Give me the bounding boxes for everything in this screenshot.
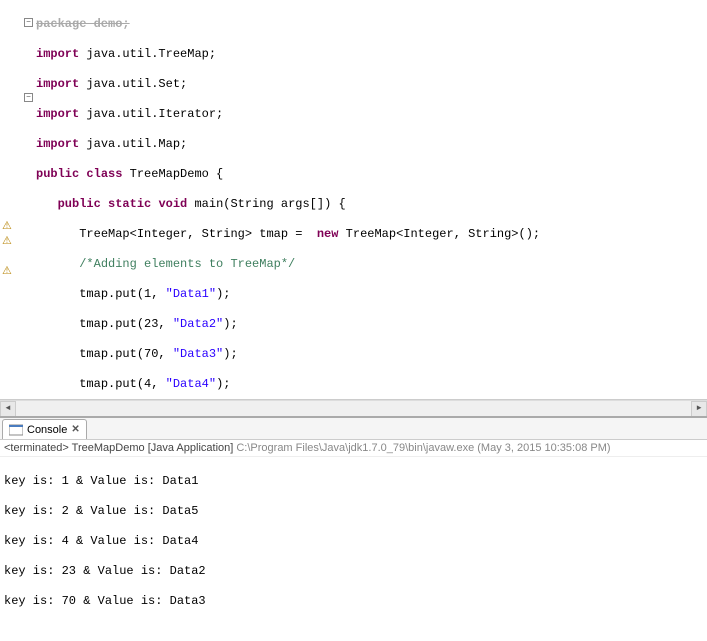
code-text: TreeMap<Integer, String>(); <box>338 227 540 241</box>
string-literal: "Data2" <box>173 317 223 331</box>
warning-icon: ⚠ <box>2 266 14 278</box>
kw-static: static <box>101 197 151 211</box>
string-literal: "Data4" <box>166 377 216 391</box>
string-literal: "Data1" <box>166 287 216 301</box>
console-status: <terminated> TreeMapDemo [Java Applicati… <box>0 440 707 457</box>
scroll-left-arrow[interactable]: ◄ <box>0 401 16 417</box>
console-output[interactable]: key is: 1 & Value is: Data1 key is: 2 & … <box>0 457 707 641</box>
warning-icon: ⚠ <box>2 221 14 233</box>
output-line: key is: 70 & Value is: Data3 <box>4 594 703 609</box>
console-panel: Console ✕ <terminated> TreeMapDemo [Java… <box>0 416 707 641</box>
string-literal: "Data3" <box>173 347 223 361</box>
kw-public: public <box>36 167 79 181</box>
status-path: C:\Program Files\Java\jdk1.7.0_79\bin\ja… <box>236 442 610 454</box>
kw-void: void <box>151 197 187 211</box>
code-text: ); <box>216 377 230 391</box>
code-text: tmap.put(70, <box>79 347 173 361</box>
horizontal-scrollbar[interactable]: ◄ ► <box>0 400 707 416</box>
fold-minus-icon[interactable]: − <box>24 93 33 102</box>
code-text: tmap.put(23, <box>79 317 173 331</box>
kw-import: import <box>36 107 79 121</box>
kw-import: import <box>36 77 79 91</box>
fold-minus-icon[interactable]: − <box>24 18 33 27</box>
code-text: ); <box>223 347 237 361</box>
output-line: key is: 2 & Value is: Data5 <box>4 504 703 519</box>
code-text: ); <box>223 317 237 331</box>
kw-public: public <box>58 197 101 211</box>
status-terminated: <terminated> <box>4 442 69 454</box>
class-name: TreeMapDemo { <box>122 167 223 181</box>
console-tab-label: Console <box>27 424 67 436</box>
warning-icon: ⚠ <box>2 236 14 248</box>
package-line: package demo; <box>36 17 130 31</box>
method-main: main(String args[]) { <box>187 197 345 211</box>
import-pkg: java.util.TreeMap; <box>79 47 216 61</box>
kw-new: new <box>310 227 339 241</box>
code-content[interactable]: package demo; import java.util.TreeMap; … <box>36 0 707 399</box>
code-text: TreeMap<Integer, String> tmap = <box>79 227 309 241</box>
status-app: TreeMapDemo [Java Application] <box>69 442 237 454</box>
kw-import: import <box>36 137 79 151</box>
import-pkg: java.util.Set; <box>79 77 187 91</box>
output-line: key is: 23 & Value is: Data2 <box>4 564 703 579</box>
import-pkg: java.util.Map; <box>79 137 187 151</box>
kw-import: import <box>36 47 79 61</box>
kw-class: class <box>79 167 122 181</box>
output-line: key is: 4 & Value is: Data4 <box>4 534 703 549</box>
scroll-right-arrow[interactable]: ► <box>691 401 707 417</box>
code-text: tmap.put(4, <box>79 377 165 391</box>
close-icon[interactable]: ✕ <box>71 424 79 435</box>
comment: /*Adding elements to TreeMap*/ <box>79 257 295 271</box>
import-pkg: java.util.Iterator; <box>79 107 223 121</box>
console-tabbar: Console ✕ <box>0 418 707 440</box>
editor-gutter: − − ⚠ ⚠ ⚠ <box>0 0 36 399</box>
output-line: key is: 1 & Value is: Data1 <box>4 474 703 489</box>
code-editor[interactable]: − − ⚠ ⚠ ⚠ package demo; import java.util… <box>0 0 707 400</box>
console-icon <box>9 424 23 436</box>
console-tab[interactable]: Console ✕ <box>2 419 87 439</box>
code-text: ); <box>216 287 230 301</box>
code-text: tmap.put(1, <box>79 287 165 301</box>
